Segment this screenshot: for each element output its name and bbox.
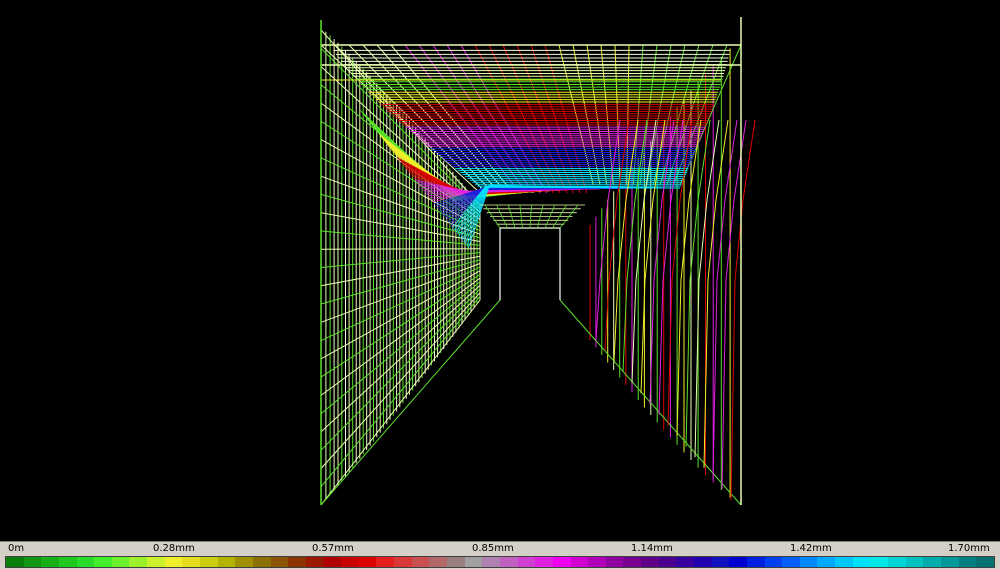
legend-swatch <box>323 557 342 567</box>
legend-swatch <box>270 557 289 567</box>
legend-swatch <box>746 557 765 567</box>
wire-segment <box>600 44 614 186</box>
wire-segment <box>320 295 481 488</box>
wire-segment <box>679 44 742 186</box>
wire-segment <box>320 299 481 506</box>
legend-swatch <box>182 557 201 567</box>
legend-swatch <box>623 557 642 567</box>
legend-tick-label: 0.57mm <box>312 543 354 554</box>
wire-segment <box>659 44 700 186</box>
legend-swatch <box>552 557 571 567</box>
wire-segment <box>672 44 728 186</box>
wire-segment <box>320 299 501 506</box>
wire-segment <box>558 44 594 186</box>
wire-curve <box>712 119 738 479</box>
wire-segment <box>666 44 714 186</box>
legend-swatch <box>693 557 712 567</box>
legend-tick-label: 0.28mm <box>153 543 195 554</box>
legend-swatch <box>641 557 659 567</box>
legend-swatch <box>464 557 483 567</box>
wire-segment <box>320 292 481 469</box>
legend-tick-labels: 0m 0.28mm 0.57mm 0.85mm 1.14mm 1.42mm 1.70mm <box>0 543 1000 555</box>
displacement-color-legend: 0m 0.28mm 0.57mm 0.85mm 1.14mm 1.42mm 1.70mm <box>0 541 1000 569</box>
legend-swatch <box>711 557 730 567</box>
legend-tick-label: 0m <box>8 543 25 554</box>
wire-curve <box>721 119 747 490</box>
legend-swatch <box>58 557 77 567</box>
wire-segment <box>626 44 630 186</box>
legend-swatch <box>729 557 747 567</box>
legend-tick-label: 1.70mm <box>948 543 990 554</box>
legend-swatch <box>535 557 553 567</box>
wire-segment <box>572 44 601 186</box>
legend-swatch <box>235 557 253 567</box>
legend-color-bar <box>5 556 995 568</box>
3d-viewport[interactable] <box>0 0 1000 541</box>
legend-swatch <box>111 557 130 567</box>
legend-swatch <box>676 557 694 567</box>
legend-swatch <box>129 557 148 567</box>
legend-swatch <box>817 557 836 567</box>
legend-swatch <box>394 557 412 567</box>
legend-swatch <box>940 557 959 567</box>
wire-segment <box>320 285 481 433</box>
legend-swatch <box>252 557 271 567</box>
wire-segment <box>320 277 481 396</box>
legend-swatch <box>288 557 306 567</box>
legend-swatch <box>376 557 395 567</box>
legend-swatch <box>764 557 783 567</box>
legend-swatch <box>76 557 95 567</box>
wire-segment <box>639 44 658 186</box>
legend-swatch <box>23 557 42 567</box>
legend-tick-label: 1.14mm <box>631 543 673 554</box>
legend-swatch <box>799 557 818 567</box>
legend-swatch <box>658 557 677 567</box>
wire-curve <box>730 119 756 501</box>
legend-swatch <box>305 557 324 567</box>
legend-tick-label: 1.42mm <box>790 543 832 554</box>
legend-swatch <box>164 557 183 567</box>
tunnel-opening <box>502 230 558 304</box>
legend-swatch <box>905 557 924 567</box>
legend-swatch <box>923 557 941 567</box>
legend-swatch <box>358 557 377 567</box>
legend-swatch <box>94 557 112 567</box>
wire-segment <box>320 120 481 224</box>
legend-swatch <box>499 557 518 567</box>
legend-swatch <box>200 557 218 567</box>
wire-curve <box>703 119 729 469</box>
wire-segment <box>586 44 608 186</box>
wire-segment <box>614 44 621 186</box>
legend-swatch <box>976 557 994 567</box>
legend-swatch <box>588 557 606 567</box>
legend-swatch <box>570 557 589 567</box>
legend-tick-label: 0.85mm <box>472 543 514 554</box>
legend-swatch <box>6 557 24 567</box>
legend-swatch <box>482 557 500 567</box>
legend-swatch <box>852 557 871 567</box>
legend-swatch <box>517 557 536 567</box>
legend-swatch <box>411 557 430 567</box>
wire-curve <box>676 119 702 437</box>
legend-swatch <box>870 557 889 567</box>
legend-swatch <box>782 557 800 567</box>
legend-swatch <box>217 557 236 567</box>
wire-segment <box>320 281 481 415</box>
legend-swatch <box>835 557 853 567</box>
legend-swatch <box>888 557 906 567</box>
legend-swatch <box>958 557 977 567</box>
legend-swatch <box>41 557 59 567</box>
legend-swatch <box>605 557 624 567</box>
legend-swatch <box>341 557 359 567</box>
wireframe-tunnel-model <box>320 17 756 506</box>
legend-swatch <box>147 557 165 567</box>
legend-swatch <box>447 557 465 567</box>
legend-swatch <box>429 557 448 567</box>
